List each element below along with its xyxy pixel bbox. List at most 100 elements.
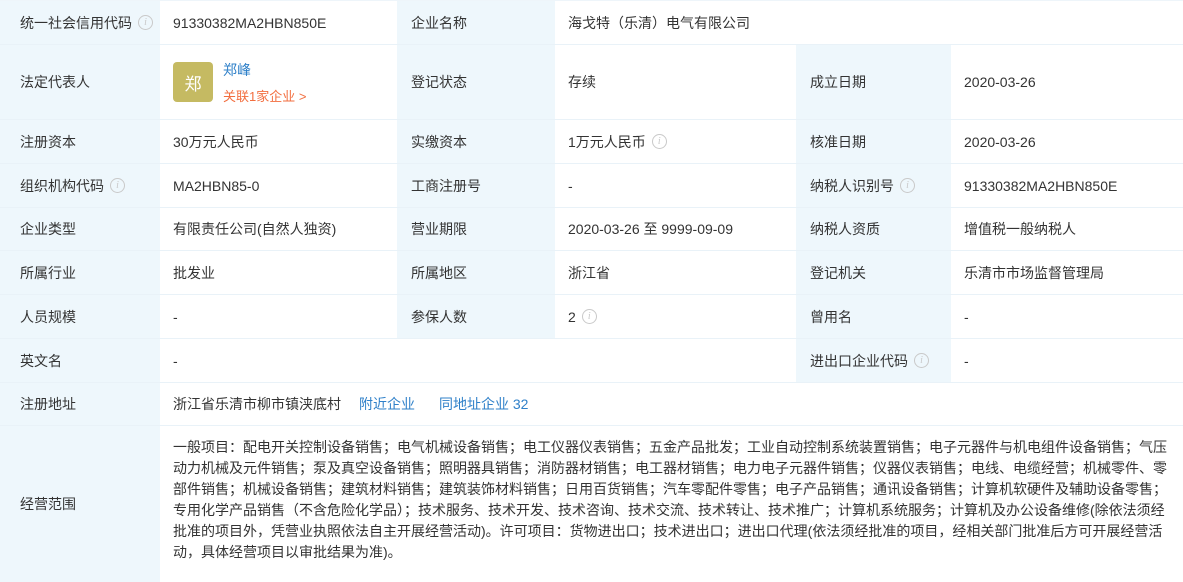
field-value-credit-code: 91330382MA2HBN850E: [162, 1, 395, 44]
field-value-legal-rep: 郑 郑峰 关联1家企业 >: [162, 45, 395, 119]
field-label-import-export-code: 进出口企业代码i: [796, 339, 951, 382]
field-value-taxpayer-quality: 增值税一般纳税人: [953, 208, 1183, 250]
field-label-text: 企业类型: [20, 219, 76, 239]
field-value-text: 海戈特（乐清）电气有限公司: [568, 13, 750, 33]
field-label-text: 企业名称: [411, 13, 467, 33]
field-value-reg-status: 存续: [557, 45, 794, 119]
field-value-text: 2020-03-26: [964, 134, 1036, 150]
field-label-legal-rep: 法定代表人: [0, 45, 160, 119]
field-label-text: 营业期限: [411, 219, 467, 239]
field-label-taxpayer-id: 纳税人识别号i: [796, 164, 951, 207]
field-value-text: -: [964, 353, 969, 369]
field-label-reg-capital: 注册资本: [0, 120, 160, 163]
field-value-biz-reg-no: -: [557, 164, 794, 207]
field-label-text: 参保人数: [411, 307, 467, 327]
field-label-staff-size: 人员规模: [0, 295, 160, 338]
field-value-approval-date: 2020-03-26: [953, 120, 1183, 163]
field-label-text: 注册资本: [20, 132, 76, 152]
field-value-text: MA2HBN85-0: [173, 178, 259, 194]
field-label-text: 所属行业: [20, 263, 76, 283]
field-value-text: 30万元人民币: [173, 132, 259, 152]
table-row: 统一社会信用代码 i 91330382MA2HBN850E 企业名称 海戈特（乐清…: [0, 1, 1183, 45]
table-row: 英文名 - 进出口企业代码i -: [0, 339, 1183, 383]
field-value-org-code: MA2HBN85-0: [162, 164, 395, 207]
field-value-text: 乐清市市场监督管理局: [964, 263, 1104, 283]
info-icon[interactable]: i: [652, 134, 667, 149]
field-label-text: 所属地区: [411, 263, 467, 283]
table-row: 组织机构代码 i MA2HBN85-0 工商注册号 - 纳税人识别号i 91330…: [0, 164, 1183, 208]
info-icon[interactable]: i: [914, 353, 929, 368]
field-label-org-code: 组织机构代码 i: [0, 164, 160, 207]
field-label-text: 核准日期: [810, 132, 866, 152]
field-label-reg-address: 注册地址: [0, 383, 160, 425]
field-value-text: -: [964, 309, 969, 325]
business-scope-text: 一般项目：配电开关控制设备销售；电气机械设备销售；电工仪器仪表销售；五金产品批发…: [173, 437, 1175, 563]
same-address-companies-link[interactable]: 同地址企业 32: [439, 394, 528, 414]
field-label-text: 登记状态: [411, 72, 467, 92]
info-icon[interactable]: i: [900, 178, 915, 193]
field-label-text: 经营范围: [20, 494, 76, 514]
field-label-former-name: 曾用名: [796, 295, 951, 338]
field-value-text: 增值税一般纳税人: [964, 219, 1076, 239]
field-value-taxpayer-id: 91330382MA2HBN850E: [953, 164, 1183, 207]
field-value-text: -: [173, 353, 178, 369]
field-label-region: 所属地区: [397, 251, 555, 294]
table-row: 注册地址 浙江省乐清市柳市镇浃底村 附近企业 同地址企业 32: [0, 383, 1183, 426]
field-value-biz-term: 2020-03-26 至 9999-09-09: [557, 208, 794, 250]
field-value-text: 浙江省乐清市柳市镇浃底村: [173, 394, 341, 414]
field-label-text: 法定代表人: [20, 72, 90, 92]
field-value-import-export-code: -: [953, 339, 1183, 382]
field-label-text: 注册地址: [20, 394, 76, 414]
field-value-english-name: -: [162, 339, 794, 382]
field-label-industry: 所属行业: [0, 251, 160, 294]
field-label-text: 成立日期: [810, 72, 866, 92]
field-label-text: 实缴资本: [411, 132, 467, 152]
field-label-paid-capital: 实缴资本: [397, 120, 555, 163]
field-value-staff-size: -: [162, 295, 395, 338]
field-label-reg-authority: 登记机关: [796, 251, 951, 294]
table-row: 企业类型 有限责任公司(自然人独资) 营业期限 2020-03-26 至 999…: [0, 208, 1183, 251]
info-icon[interactable]: i: [582, 309, 597, 324]
table-row: 经营范围 一般项目：配电开关控制设备销售；电气机械设备销售；电工仪器仪表销售；五…: [0, 426, 1183, 582]
field-label-establish-date: 成立日期: [796, 45, 951, 119]
field-value-text: -: [173, 309, 178, 325]
field-label-text: 登记机关: [810, 263, 866, 283]
field-value-paid-capital: 1万元人民币 i: [557, 120, 794, 163]
field-value-text: 1万元人民币: [568, 132, 646, 152]
company-info-table: 统一社会信用代码 i 91330382MA2HBN850E 企业名称 海戈特（乐清…: [0, 0, 1183, 581]
table-row: 注册资本 30万元人民币 实缴资本 1万元人民币 i 核准日期 2020-03-2…: [0, 120, 1183, 164]
field-value-text: 2020-03-26 至 9999-09-09: [568, 219, 733, 239]
field-label-company-type: 企业类型: [0, 208, 160, 250]
nearby-companies-link[interactable]: 附近企业: [359, 394, 415, 414]
field-label-approval-date: 核准日期: [796, 120, 951, 163]
field-label-business-scope: 经营范围: [0, 426, 160, 582]
field-value-industry: 批发业: [162, 251, 395, 294]
field-label-text: 工商注册号: [411, 176, 481, 196]
field-value-region: 浙江省: [557, 251, 794, 294]
field-value-reg-authority: 乐清市市场监督管理局: [953, 251, 1183, 294]
field-value-reg-capital: 30万元人民币: [162, 120, 395, 163]
table-row: 人员规模 - 参保人数 2i 曾用名 -: [0, 295, 1183, 339]
field-value-text: 91330382MA2HBN850E: [173, 15, 326, 31]
field-label-text: 组织机构代码: [20, 176, 104, 196]
field-value-establish-date: 2020-03-26: [953, 45, 1183, 119]
field-value-text: 批发业: [173, 263, 215, 283]
field-label-text: 英文名: [20, 351, 62, 371]
field-value-text: 91330382MA2HBN850E: [964, 178, 1117, 194]
table-row: 法定代表人 郑 郑峰 关联1家企业 > 登记状态 存续 成立日期 2020-03…: [0, 45, 1183, 120]
field-label-english-name: 英文名: [0, 339, 160, 382]
field-value-text: 存续: [568, 72, 596, 92]
related-companies-link[interactable]: 关联1家企业 >: [223, 86, 306, 105]
info-icon[interactable]: i: [138, 15, 153, 30]
field-label-biz-reg-no: 工商注册号: [397, 164, 555, 207]
field-value-reg-address: 浙江省乐清市柳市镇浃底村 附近企业 同地址企业 32: [162, 383, 1183, 425]
field-label-text: 统一社会信用代码: [20, 13, 132, 33]
field-value-insured-count: 2i: [557, 295, 794, 338]
info-icon[interactable]: i: [110, 178, 125, 193]
field-label-biz-term: 营业期限: [397, 208, 555, 250]
field-label-credit-code: 统一社会信用代码 i: [0, 1, 160, 44]
legal-rep-name-link[interactable]: 郑峰: [223, 60, 306, 80]
legal-rep-avatar[interactable]: 郑: [173, 62, 213, 102]
table-row: 所属行业 批发业 所属地区 浙江省 登记机关 乐清市市场监督管理局: [0, 251, 1183, 295]
field-label-reg-status: 登记状态: [397, 45, 555, 119]
